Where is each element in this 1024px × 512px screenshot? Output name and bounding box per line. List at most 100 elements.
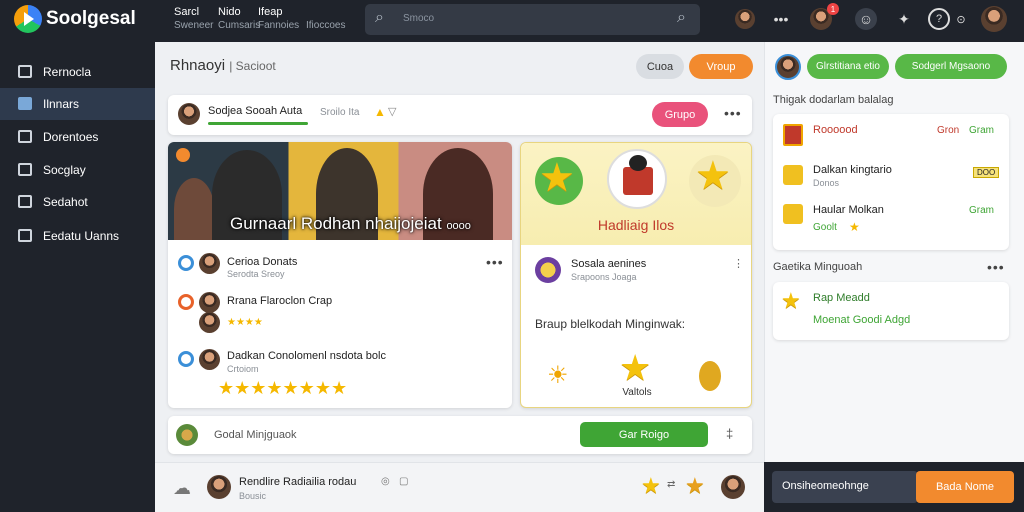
composer-input[interactable]: Godal Minjguaok xyxy=(214,429,297,441)
leaf-icon[interactable] xyxy=(699,361,721,391)
character-head xyxy=(629,155,647,171)
nav-link-title: Ifeap xyxy=(258,6,283,18)
sidebar-item-5[interactable]: Sedahot xyxy=(0,186,155,218)
search-input[interactable]: Smoco xyxy=(403,13,434,24)
more-options-icon[interactable]: ••• xyxy=(987,259,1005,275)
sidebar-item-4[interactable]: Socglay xyxy=(0,154,155,186)
feature-caption-small: oooo xyxy=(446,220,471,232)
bottom-action-button[interactable]: Bada Nome xyxy=(916,471,1014,503)
star-icon: ★ xyxy=(695,154,731,198)
settings-icon[interactable]: ⊙ xyxy=(950,8,972,30)
panel-avatar[interactable] xyxy=(775,54,801,80)
star-icon[interactable]: ★ xyxy=(685,473,705,499)
reward-name[interactable]: Haular Molkan xyxy=(813,204,884,216)
bottom-post-author[interactable]: Rendlire Radiailia rodau xyxy=(239,476,356,488)
star-icon[interactable]: ★ xyxy=(641,473,661,499)
more-icon[interactable]: ••• xyxy=(770,8,792,30)
app-logo[interactable] xyxy=(14,5,42,33)
list-avatar[interactable] xyxy=(199,312,220,333)
reward-badge: DOO xyxy=(973,167,1000,178)
sidebar-item-6[interactable]: Eedatu Uanns xyxy=(0,220,155,252)
panel-button-2[interactable]: Sodgerl Mgsaono xyxy=(895,54,1007,79)
reward-name[interactable]: Dalkan kingtario xyxy=(813,164,892,176)
highlight-card: ★ Rap Meadd Moenat Goodi Adgd xyxy=(773,282,1009,340)
list-avatar[interactable] xyxy=(199,349,220,370)
nav-link-2[interactable]: Nido Cumsaris xyxy=(218,6,260,32)
calendar-icon xyxy=(18,163,32,176)
author-avatar[interactable] xyxy=(178,103,200,125)
badge-title: Hadliaig Ilos xyxy=(597,217,675,233)
nav-link-title: Nido xyxy=(218,6,241,18)
post-author[interactable]: Sodjea Sooah Auta xyxy=(208,105,302,117)
image-icon xyxy=(18,97,32,110)
page-title: Rhnaoyi | Sacioot xyxy=(170,57,276,74)
document-icon xyxy=(18,130,32,143)
list-item-name[interactable]: Dadkan Conolomenl nsdota bolc xyxy=(227,350,386,362)
group-button[interactable]: Grupo xyxy=(652,102,708,127)
nav-extra[interactable]: Ifioccoes xyxy=(306,19,345,32)
panel-section-title-2: Gaetika Minguoah xyxy=(773,261,863,273)
status-icon xyxy=(178,255,194,271)
composer-avatar xyxy=(176,424,198,446)
bookmark-icon[interactable]: ▢ xyxy=(399,476,408,487)
list-item-name[interactable]: Cerioa Donats xyxy=(227,256,297,268)
bottom-post-meta: Bousic xyxy=(239,491,267,501)
badge-user-name[interactable]: Sosala aenines xyxy=(571,258,646,270)
sidebar-item-label: Sedahot xyxy=(43,195,88,209)
gift-icon xyxy=(623,167,653,195)
list-avatar[interactable] xyxy=(199,292,220,313)
badge-user-meta: Srapoons Joaga xyxy=(571,272,637,282)
profile-avatar[interactable] xyxy=(981,6,1007,32)
list-avatar[interactable] xyxy=(199,253,220,274)
attach-icon[interactable]: ‡ xyxy=(726,426,733,441)
reward-meta: Goolt xyxy=(813,222,837,233)
badge-avatar xyxy=(607,149,667,209)
panel-button-1[interactable]: Glrstitiana etio xyxy=(807,54,889,79)
sidebar-item-label: Eedatu Uanns xyxy=(43,229,120,243)
play-icon[interactable] xyxy=(176,148,190,162)
more-options-icon[interactable]: ••• xyxy=(724,105,742,121)
search-submit-icon[interactable]: ⌕ xyxy=(677,9,686,27)
badge-card: ★ ★ Hadliaig Ilos Sosala aenines Srapoon… xyxy=(520,142,752,408)
user-mini-avatar[interactable] xyxy=(735,9,755,29)
help-icon[interactable]: ? xyxy=(928,8,950,30)
list-item-name[interactable]: Rrana Flaroclon Crap xyxy=(227,295,332,307)
ghost-icon[interactable]: ☺ xyxy=(855,8,877,30)
star-icon[interactable]: ★ xyxy=(619,347,651,389)
app-title[interactable]: Soolgesal xyxy=(46,8,136,30)
nav-link-1[interactable]: Sarcl Sweneer xyxy=(174,6,213,32)
plus-coin-icon xyxy=(783,204,803,224)
sun-icon[interactable]: ☀ xyxy=(547,361,569,390)
bottom-post-avatar[interactable] xyxy=(207,475,231,499)
secondary-button[interactable]: Cuoa xyxy=(636,54,684,79)
progress-bar xyxy=(208,122,308,125)
composer-submit-button[interactable]: Gar Roigo xyxy=(580,422,708,447)
bottom-post-avatar-2[interactable] xyxy=(721,475,745,499)
primary-button[interactable]: Vroup xyxy=(689,54,753,79)
list-item-meta: Serodta Sreoy xyxy=(227,269,285,279)
search-bar[interactable]: ⌕ Smoco ⌕ xyxy=(365,4,700,35)
sidebar-item-3[interactable]: Dorentoes xyxy=(0,121,155,153)
link-icon[interactable]: ◎ xyxy=(381,476,390,487)
composer-card: Godal Minjguaok Gar Roigo ‡ xyxy=(168,416,752,454)
reward-name[interactable]: Roooood xyxy=(813,124,858,136)
sidebar-item-2[interactable]: Ilnnars xyxy=(0,88,155,120)
nav-link-sub: Cumsaris xyxy=(218,20,261,31)
value-label: Valtols xyxy=(622,387,652,398)
person-figure xyxy=(174,178,214,240)
more-options-icon[interactable]: ••• xyxy=(486,254,504,270)
sidebar-item-1[interactable]: Rernocla xyxy=(0,56,155,88)
feature-image[interactable]: Gurnaarl Rodhan nhaijojeiat oooo xyxy=(168,142,512,240)
like-icon[interactable]: ☁ xyxy=(173,478,191,499)
nav-link-3[interactable]: Ifeap Fannoies xyxy=(258,6,299,32)
search-icon: ⌕ xyxy=(375,9,384,26)
highlight-title[interactable]: Rap Meadd xyxy=(813,292,870,304)
more-vertical-icon[interactable]: ⋮ xyxy=(733,257,744,270)
user-avatar[interactable] xyxy=(535,257,561,283)
status-icon xyxy=(178,294,194,310)
rating-stars: ★★★★★★★★ xyxy=(218,378,348,398)
chevron-down-icon[interactable]: ▽ xyxy=(388,105,396,118)
feature-caption-text: Gurnaarl Rodhan nhaijojeiat xyxy=(230,214,442,233)
pin-icon[interactable]: ✦ xyxy=(893,8,915,30)
coin-icon xyxy=(783,165,803,185)
